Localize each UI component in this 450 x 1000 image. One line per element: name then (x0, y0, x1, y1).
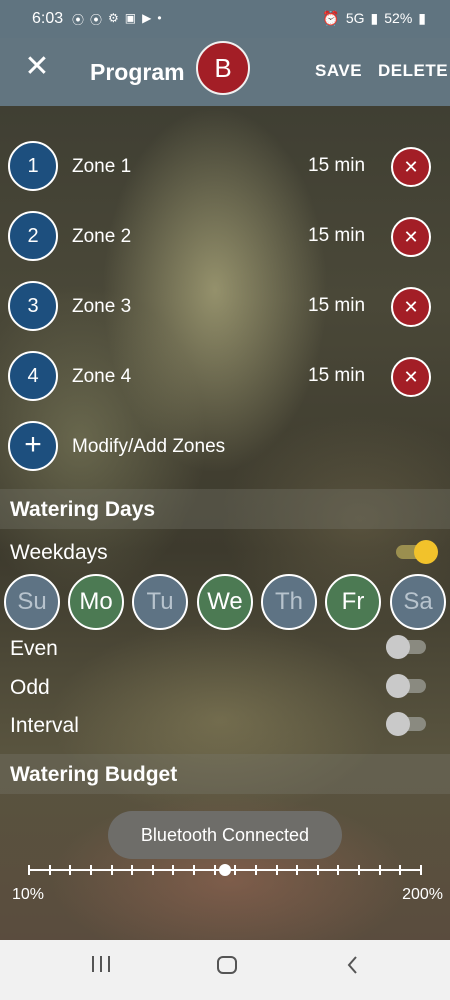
voicemail-icon: ▣ (124, 11, 137, 25)
zone-row-3[interactable]: 3 Zone 3 15 min ✕ (0, 269, 450, 339)
gear-icon: ⚙ (108, 11, 119, 25)
zone-number-badge[interactable]: 2 (8, 211, 58, 261)
day-saturday[interactable]: Sa (390, 574, 446, 630)
zone-duration[interactable]: 15 min (308, 295, 365, 317)
system-nav-bar (0, 940, 450, 1000)
watering-budget-header: Watering Budget (0, 754, 450, 794)
zone-row-4[interactable]: 4 Zone 4 15 min ✕ (0, 339, 450, 409)
slider-tick (110, 865, 113, 875)
remove-zone-icon[interactable]: ✕ (391, 357, 431, 397)
even-label: Even (10, 637, 58, 660)
notification-icons: ⦿ ⦿ ⚙ ▣ ▶ • (72, 11, 162, 28)
toggle-knob (414, 540, 438, 564)
remove-zone-icon[interactable]: ✕ (391, 147, 431, 187)
even-toggle[interactable] (386, 635, 428, 659)
day-tuesday[interactable]: Tu (132, 574, 188, 630)
dot-icon: • (157, 11, 162, 25)
slider-tick (234, 865, 237, 875)
odd-toggle[interactable] (386, 674, 428, 698)
slider-tick (89, 865, 92, 875)
messenger-icon: ⦿ (90, 13, 103, 27)
budget-min-label: 10% (12, 886, 45, 903)
slider-tick (254, 865, 257, 875)
slider-tick (358, 865, 361, 875)
zone-duration[interactable]: 15 min (308, 155, 365, 177)
watering-days-heading: Watering Days (10, 498, 156, 521)
watering-budget-slider[interactable] (28, 860, 422, 880)
zone-name: Zone 2 (72, 226, 132, 247)
interval-toggle[interactable] (386, 712, 428, 736)
zone-row-1[interactable]: 1 Zone 1 15 min ✕ (0, 129, 450, 199)
slider-tick (337, 865, 340, 875)
toggle-knob (386, 712, 410, 736)
day-friday[interactable]: Fr (325, 574, 381, 630)
youtube-icon: ▶ (142, 11, 152, 25)
zone-number-badge[interactable]: 4 (8, 351, 58, 401)
zone-number-badge[interactable]: 3 (8, 281, 58, 331)
save-button[interactable]: SAVE (315, 61, 362, 81)
modify-zones-label[interactable]: Modify/Add Zones (72, 436, 225, 458)
slider-tick (131, 865, 134, 875)
slider-tick (316, 865, 319, 875)
slider-tick (420, 865, 422, 875)
remove-zone-icon[interactable]: ✕ (391, 217, 431, 257)
program-badge[interactable]: B (196, 41, 250, 95)
bluetooth-toast: Bluetooth Connected (108, 811, 342, 859)
alarm-icon: ⏰ (322, 10, 340, 26)
slider-tick (28, 865, 30, 875)
day-thursday[interactable]: Th (261, 574, 317, 630)
zone-name: Zone 1 (72, 156, 132, 177)
back-icon[interactable] (338, 954, 368, 984)
page-title: Program (90, 59, 185, 85)
delete-button[interactable]: DELETE (378, 61, 448, 81)
signal-icon: ▮ (370, 10, 379, 26)
slider-tick (172, 865, 175, 875)
app-bar: ✕ Program B SAVE DELETE (0, 38, 450, 106)
odd-label: Odd (10, 676, 50, 699)
recent-apps-icon[interactable] (86, 954, 116, 984)
day-sunday[interactable]: Su (4, 574, 60, 630)
day-monday[interactable]: Mo (68, 574, 124, 630)
zone-row-2[interactable]: 2 Zone 2 15 min ✕ (0, 199, 450, 269)
close-icon[interactable]: ✕ (22, 52, 52, 82)
watering-budget-heading: Watering Budget (10, 763, 178, 786)
watering-days-header: Watering Days (0, 489, 450, 529)
status-bar: 6:03 ⦿ ⦿ ⚙ ▣ ▶ • ⏰ 5G ▮ 52% ▮ (0, 0, 450, 38)
plus-icon[interactable]: + (8, 421, 58, 471)
status-right: ⏰ 5G ▮ 52% ▮ (322, 10, 426, 27)
network-label: 5G (345, 10, 365, 26)
day-wednesday[interactable]: We (197, 574, 253, 630)
slider-tick (213, 865, 216, 875)
battery-percent: 52% (384, 10, 413, 26)
status-time: 6:03 (32, 10, 64, 27)
toggle-knob (386, 635, 410, 659)
home-icon[interactable] (212, 954, 242, 984)
zone-name: Zone 4 (72, 366, 132, 387)
slider-tick (399, 865, 402, 875)
battery-icon: ▮ (418, 10, 426, 26)
toggle-knob (386, 674, 410, 698)
zone-duration[interactable]: 15 min (308, 225, 365, 247)
weekdays-label: Weekdays (10, 541, 108, 564)
slider-tick (151, 865, 154, 875)
weekdays-toggle[interactable] (396, 540, 438, 564)
slider-tick (275, 865, 278, 875)
slider-tick (69, 865, 72, 875)
interval-label: Interval (10, 714, 79, 737)
slider-tick (378, 865, 381, 875)
zone-name: Zone 3 (72, 296, 132, 317)
zone-number-badge[interactable]: 1 (8, 141, 58, 191)
slider-tick (193, 865, 196, 875)
slider-tick (296, 865, 299, 875)
slider-tick (48, 865, 51, 875)
budget-max-label: 200% (402, 886, 443, 903)
zone-duration[interactable]: 15 min (308, 365, 365, 387)
modify-zones-row[interactable]: + Modify/Add Zones (0, 409, 450, 479)
remove-zone-icon[interactable]: ✕ (391, 287, 431, 327)
messenger-icon: ⦿ (72, 13, 85, 27)
slider-thumb[interactable] (219, 864, 231, 876)
